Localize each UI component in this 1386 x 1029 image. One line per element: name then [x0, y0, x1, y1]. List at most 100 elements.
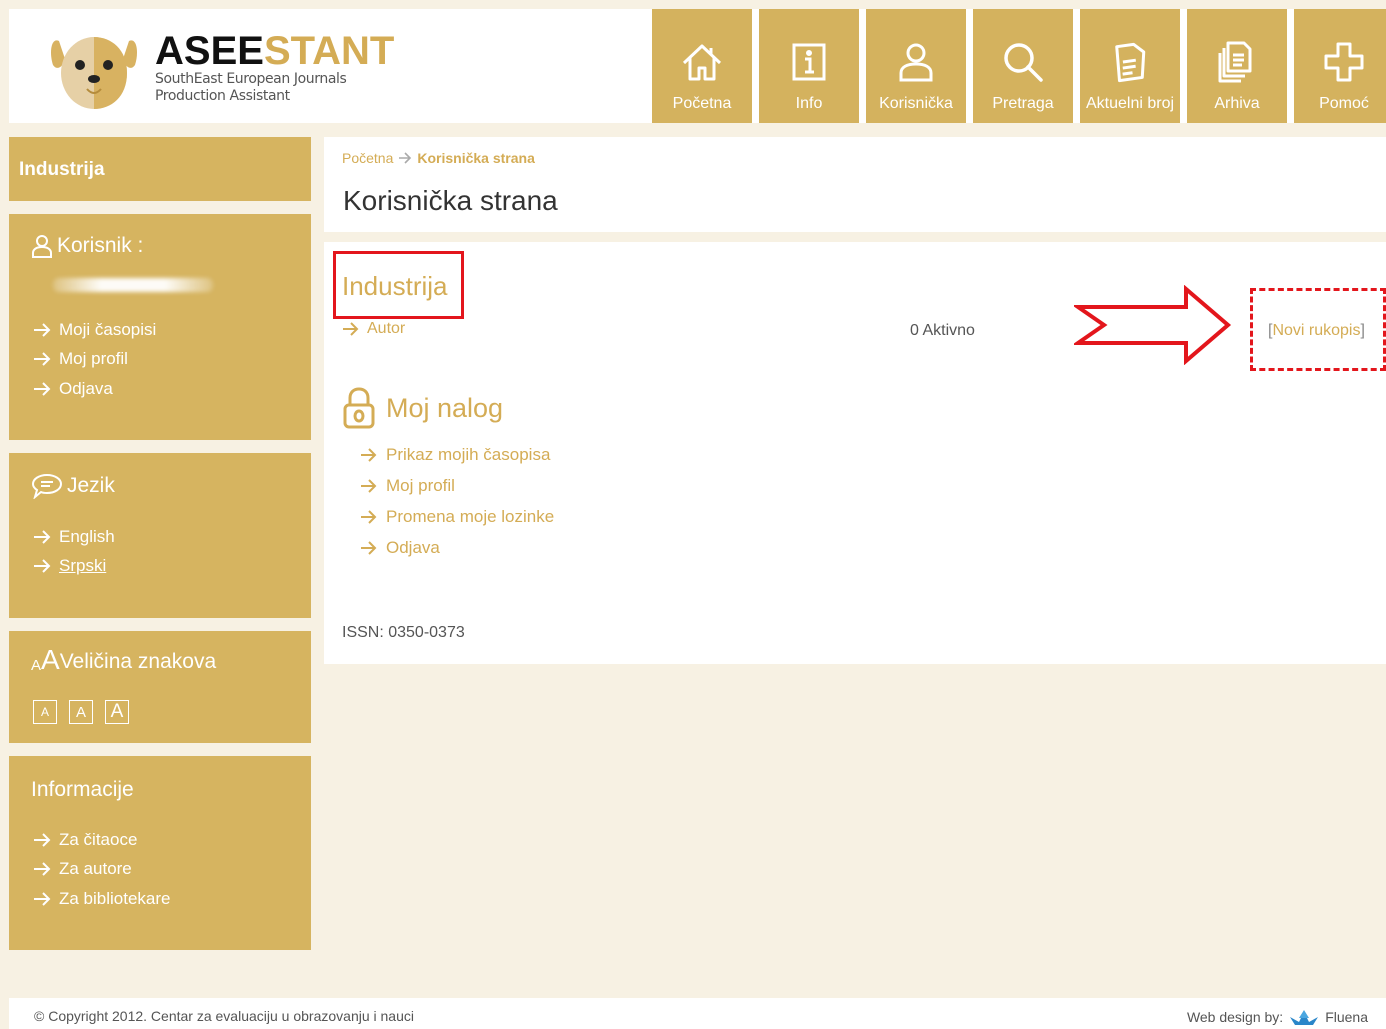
nav-archive-button[interactable]: Arhiva: [1187, 9, 1287, 123]
arrow-right-icon: [343, 322, 359, 336]
fluena-logo-icon: [1290, 1010, 1319, 1025]
sidebar-info-heading: Informacije: [31, 778, 134, 802]
new-submission-label: Novi rukopis: [1272, 322, 1361, 339]
sidebar-link-label: Za bibliotekare: [59, 888, 171, 908]
user-icon: [32, 235, 52, 258]
sidebar-language-heading: Jezik: [31, 473, 115, 499]
nav-current-issue-button[interactable]: Aktuelni broj: [1080, 9, 1180, 123]
dog-logo-icon[interactable]: [49, 27, 139, 111]
sidebar-language-panel: Jezik English Srpski: [9, 453, 311, 618]
sidebar-link-label: Za čitaoce: [59, 829, 138, 849]
search-icon: [1004, 43, 1043, 82]
sidebar-link-my-journals[interactable]: Moji časopisi: [33, 315, 156, 345]
current-issue-icon: [1115, 42, 1146, 83]
breadcrumb-current: Korisnička strana: [417, 150, 535, 166]
page-title-bar: Početna Korisnička strana Korisnička str…: [324, 137, 1386, 232]
arrow-right-icon: [34, 892, 51, 906]
sidebar-journal-panel: Industrija: [9, 137, 311, 201]
arrow-right-icon: [34, 323, 51, 337]
breadcrumb-home-link[interactable]: Početna: [342, 150, 393, 166]
nav-info-label: Info: [795, 95, 823, 112]
nav-user-page-button[interactable]: Korisnička: [866, 9, 966, 123]
account-link-my-journals[interactable]: Prikaz mojih časopisa: [360, 439, 554, 470]
font-size-large-button[interactable]: A: [105, 700, 129, 724]
active-count: 0 Aktivno: [910, 322, 975, 339]
sidebar-font-size-heading-text: Veličina znakova: [59, 650, 217, 673]
account-link-change-password[interactable]: Promena moje lozinke: [360, 501, 554, 532]
sidebar-link-my-profile[interactable]: Moj profil: [33, 345, 156, 375]
arrow-right-icon: [34, 833, 51, 847]
sidebar-language-heading-text: Jezik: [67, 474, 115, 497]
sidebar-link-label: Moji časopisi: [59, 319, 157, 339]
role-author-link[interactable]: Autor: [342, 320, 405, 338]
padlock-icon: [343, 387, 375, 429]
page-title: Korisnička strana: [343, 185, 558, 216]
web-design-credit[interactable]: Web design by: Fluena: [1187, 1008, 1368, 1026]
home-icon: [682, 44, 722, 81]
issn-number: ISSN: 0350-0373: [342, 624, 465, 641]
brand-subtitle-line2: Production Assistant: [155, 88, 290, 104]
sidebar-journal-name[interactable]: Industrija: [19, 159, 105, 181]
font-size-small-button[interactable]: A: [33, 700, 57, 724]
role-author-label: Autor: [367, 320, 406, 337]
nav-home-label: Početna: [672, 95, 732, 112]
brand-subtitle-line1: SouthEast European Journals: [155, 71, 347, 87]
nav-user-page-label: Korisnička: [879, 95, 953, 112]
design-company-name: Fluena: [1325, 1009, 1368, 1025]
language-serbian-link[interactable]: Srpski: [33, 552, 115, 582]
help-icon: [1324, 42, 1364, 82]
language-english-link[interactable]: English: [33, 522, 115, 552]
bracket-close: ]: [1360, 322, 1365, 339]
sidebar-link-label: Za autore: [59, 859, 132, 879]
new-submission-link[interactable]: [Novi rukopis]: [1268, 322, 1365, 340]
font-size-medium-button[interactable]: A: [69, 700, 93, 724]
sidebar-link-for-authors[interactable]: Za autore: [33, 855, 171, 885]
annotation-arrow-icon: [1074, 285, 1232, 365]
journal-title-link[interactable]: Industrija: [342, 271, 448, 302]
user-icon: [899, 43, 933, 82]
nav-info-button[interactable]: Info: [759, 9, 859, 123]
sidebar-user-panel: Korisnik : Moji časopisi Moj profil Odja…: [9, 214, 311, 440]
sidebar-link-label: Odjava: [59, 378, 113, 398]
account-link-my-profile[interactable]: Moj profil: [360, 470, 554, 501]
sidebar-link-logout[interactable]: Odjava: [33, 374, 156, 404]
arrow-right-icon: [34, 352, 51, 366]
arrow-right-icon: [361, 478, 377, 493]
nav-search-button[interactable]: Pretraga: [973, 9, 1073, 123]
arrow-right-icon: [361, 447, 377, 462]
brand-name-part-gold: STANT: [263, 29, 395, 73]
sidebar-info-links: Za čitaoce Za autore Za bibliotekare: [33, 825, 171, 914]
font-size-glyph-small: A: [31, 656, 42, 674]
sidebar-font-size-panel: A A Veličina znakova A A A: [9, 631, 311, 743]
arrow-right-icon: [399, 152, 412, 164]
speech-bubble-icon: [31, 473, 63, 499]
nav-home-button[interactable]: Početna: [652, 9, 752, 123]
sidebar-info-panel: Informacije Za čitaoce Za autore Za bibl…: [9, 756, 311, 950]
site-header: ASEESTANT SouthEast European Journals Pr…: [9, 9, 1386, 123]
design-credit-label: Web design by:: [1186, 1009, 1284, 1025]
site-footer: © Copyright 2012. Centar za evaluaciju u…: [9, 998, 1386, 1029]
redacted-username: [53, 278, 213, 292]
brand-subtitle: SouthEast European Journals Production A…: [155, 71, 394, 105]
sidebar-link-for-readers[interactable]: Za čitaoce: [33, 825, 171, 855]
copyright-text: © Copyright 2012. Centar za evaluaciju u…: [34, 1008, 414, 1024]
nav-help-button[interactable]: Pomoć: [1294, 9, 1386, 123]
font-size-buttons: A A A: [33, 700, 129, 724]
account-link-label: Promena moje lozinke: [386, 506, 555, 526]
brand-name-part-dark: ASEE: [155, 29, 264, 73]
account-link-label: Moj profil: [386, 475, 455, 495]
sidebar-info-heading-text: Informacije: [31, 778, 134, 801]
main-content: Industrija Autor 0 Aktivno [Novi rukopis…: [324, 242, 1386, 664]
my-account-heading-text: Moj nalog: [386, 392, 504, 423]
account-link-label: Prikaz mojih časopisa: [386, 444, 551, 464]
sidebar-link-label: Srpski: [59, 556, 107, 576]
info-icon: [792, 43, 826, 81]
nav-current-issue-label: Aktuelni broj: [1085, 95, 1175, 112]
sidebar-link-for-librarians[interactable]: Za bibliotekare: [33, 884, 171, 914]
my-account-links: Prikaz mojih časopisa Moj profil Promena…: [360, 439, 554, 563]
account-link-logout[interactable]: Odjava: [360, 532, 554, 563]
arrow-right-icon: [361, 509, 377, 524]
breadcrumb: Početna Korisnička strana: [342, 150, 535, 166]
arrow-right-icon: [34, 862, 51, 876]
sidebar-language-links: English Srpski: [33, 522, 115, 581]
